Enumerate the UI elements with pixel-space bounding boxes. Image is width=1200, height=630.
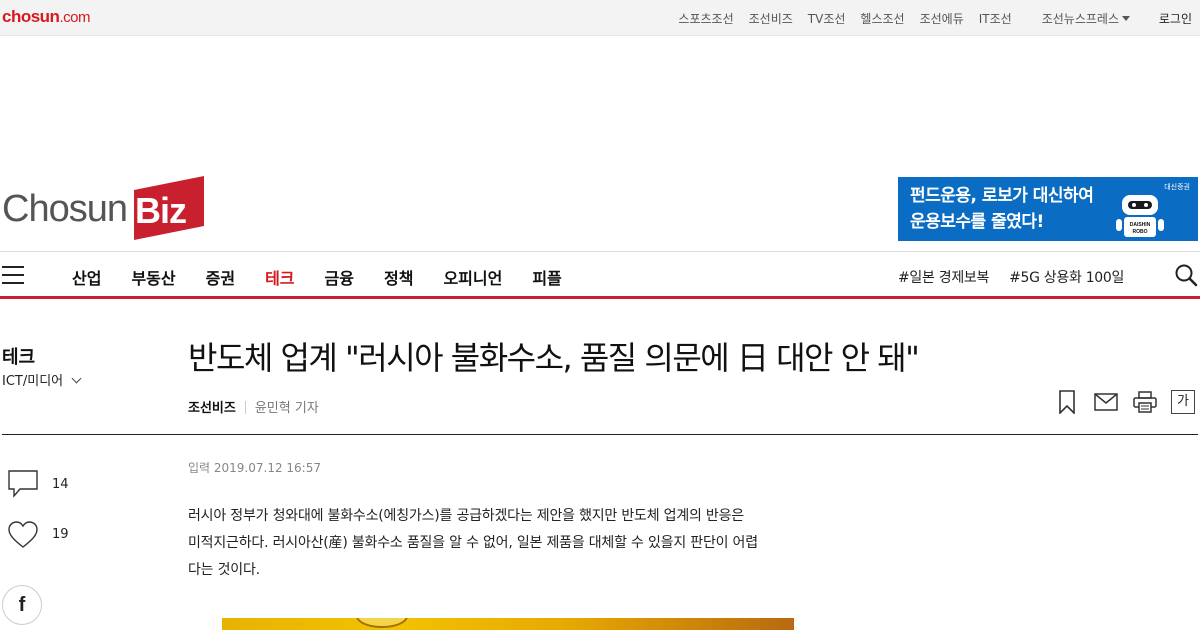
nav-item-industry[interactable]: 산업 <box>72 265 101 289</box>
robo-label-2: ROBO <box>1133 229 1148 235</box>
ad-text: 펀드운용, 로보가 대신하여 운용보수를 줄였다! <box>910 183 1094 235</box>
comment-count: 14 <box>52 477 69 492</box>
family-link-edu[interactable]: 조선에듀 <box>920 10 964 27</box>
hashtag-5g[interactable]: #5G 상용화 100일 <box>1009 267 1124 287</box>
logo-biz-text: Biz <box>135 190 187 231</box>
chevron-down-icon <box>71 373 82 384</box>
nav-item-opinion[interactable]: 오피니언 <box>443 265 502 289</box>
comment-icon[interactable] <box>8 470 38 498</box>
chosun-com-logo-text: chosun <box>2 7 60 26</box>
subsection-dropdown[interactable]: ICT/미디어 <box>2 370 82 389</box>
section-title: 테크 <box>2 347 36 368</box>
login-link[interactable]: 로그인 <box>1159 10 1192 27</box>
subsection-label: ICT/미디어 <box>2 374 64 389</box>
print-icon <box>1133 391 1157 413</box>
logo-chosun-text: Chosun <box>2 188 128 230</box>
hamburger-menu-icon[interactable] <box>2 266 24 284</box>
search-icon[interactable] <box>1174 263 1198 287</box>
top-bar: chosun.com 스포츠조선 조선비즈 TV조선 헬스조선 조선에듀 IT조… <box>0 0 1200 36</box>
byline: 조선비즈 윤민혁 기자 <box>188 397 319 416</box>
body-line: 미적지근하다. 러시아산(産) 불화수소 품질을 알 수 없어, 일본 제품을 … <box>188 535 758 551</box>
chosun-com-logo-suffix: .com <box>59 9 90 26</box>
email-button[interactable] <box>1093 389 1119 415</box>
nav-item-finance[interactable]: 금융 <box>325 265 354 289</box>
ad-brand-label: 대신증권 <box>1164 183 1190 191</box>
body-line: 러시아 정부가 청와대에 불화수소(에칭가스)를 공급하겠다는 제안을 했지만 … <box>188 508 744 524</box>
nav-item-stocks[interactable]: 증권 <box>206 265 235 289</box>
byline-reporter[interactable]: 윤민혁 기자 <box>255 401 319 416</box>
facebook-icon: f <box>18 594 26 616</box>
nav-item-realestate[interactable]: 부동산 <box>131 265 175 289</box>
byline-outlet[interactable]: 조선비즈 <box>188 401 236 416</box>
headline-divider <box>2 434 1198 435</box>
print-button[interactable] <box>1132 389 1158 415</box>
like-count: 19 <box>52 527 69 542</box>
heart-icon[interactable] <box>8 521 38 549</box>
nav-item-people[interactable]: 피플 <box>532 265 561 289</box>
article-photo <box>222 618 794 630</box>
ad-banner[interactable]: 펀드운용, 로보가 대신하여 운용보수를 줄였다! 대신증권 DAISHIN R… <box>898 177 1198 241</box>
chosunbiz-logo[interactable]: Chosun Biz <box>2 176 212 242</box>
family-site-links: 스포츠조선 조선비즈 TV조선 헬스조선 조선에듀 IT조선 조선뉴스프레스 <box>663 10 1130 27</box>
nav-hashtags: #일본 경제보복 #5G 상용화 100일 <box>898 267 1144 287</box>
family-link-sports[interactable]: 스포츠조선 <box>678 10 733 27</box>
ad-line-1: 펀드운용, 로보가 대신하여 <box>910 186 1094 206</box>
family-link-biz[interactable]: 조선비즈 <box>749 10 793 27</box>
article-tools: 가 <box>1054 389 1195 415</box>
chosun-com-logo[interactable]: chosun.com <box>2 7 90 27</box>
family-link-newspress-label: 조선뉴스프레스 <box>1041 12 1119 26</box>
family-link-health[interactable]: 헬스조선 <box>860 10 904 27</box>
nav-item-tech[interactable]: 테크 <box>265 265 294 289</box>
body-line: 다는 것이다. <box>188 562 260 578</box>
nav-menu: 산업 부동산 증권 테크 금융 정책 오피니언 피플 <box>72 265 592 289</box>
robo-label-1: DAISHIN <box>1130 222 1151 228</box>
bookmark-button[interactable] <box>1054 389 1080 415</box>
robot-icon: DAISHIN ROBO <box>1116 195 1164 237</box>
publish-date: 입력 2019.07.12 16:57 <box>188 461 321 475</box>
email-icon <box>1094 393 1118 411</box>
family-link-it[interactable]: IT조선 <box>979 10 1012 27</box>
ad-line-2: 운용보수를 줄였다! <box>910 212 1044 232</box>
caret-down-icon <box>1122 16 1130 21</box>
article-body: 러시아 정부가 청와대에 불화수소(에칭가스)를 공급하겠다는 제안을 했지만 … <box>188 503 833 584</box>
byline-divider <box>244 401 246 414</box>
nav-item-policy[interactable]: 정책 <box>384 265 413 289</box>
bookmark-icon <box>1059 390 1075 414</box>
main-nav: 산업 부동산 증권 테크 금융 정책 오피니언 피플 #일본 경제보복 #5G … <box>0 251 1200 299</box>
family-link-newspress-dropdown[interactable]: 조선뉴스프레스 <box>1027 10 1130 27</box>
family-link-tv[interactable]: TV조선 <box>808 10 846 27</box>
hashtag-japan-retaliation[interactable]: #일본 경제보복 <box>898 267 989 287</box>
font-size-button[interactable]: 가 <box>1171 390 1195 414</box>
facebook-share-button[interactable]: f <box>2 585 42 625</box>
article-headline: 반도체 업계 "러시아 불화수소, 품질 의문에 日 대안 안 돼" <box>188 339 920 377</box>
